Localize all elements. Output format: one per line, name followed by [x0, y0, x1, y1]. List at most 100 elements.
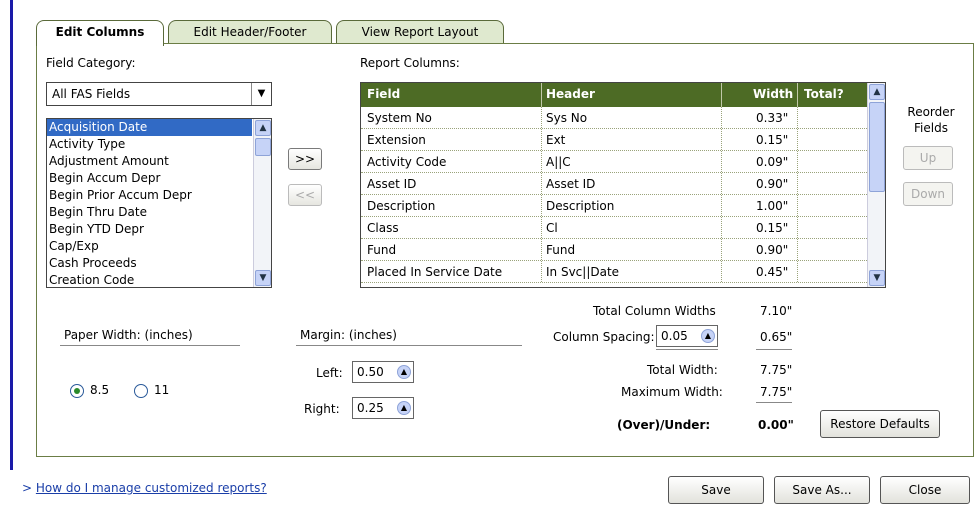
- list-item[interactable]: Cap/Exp: [47, 238, 252, 255]
- column-header-field[interactable]: Field: [367, 87, 400, 101]
- table-row[interactable]: Asset ID Asset ID 0.90": [361, 173, 867, 195]
- add-field-button[interactable]: >>: [288, 148, 322, 170]
- total-width-label: Total Width:: [647, 363, 718, 377]
- cell-header: A||C: [546, 155, 571, 169]
- column-spacing-label: Column Spacing:: [553, 330, 655, 344]
- table-row[interactable]: Class Cl 0.15": [361, 217, 867, 239]
- scroll-thumb[interactable]: [255, 138, 271, 156]
- chevron-down-icon[interactable]: ▼: [251, 83, 271, 105]
- cell-width: 1.00": [756, 199, 789, 213]
- field-list-scrollbar[interactable]: ▲ ▼: [253, 119, 271, 287]
- paper-width-label: Paper Width: (inches): [64, 328, 193, 342]
- list-item[interactable]: Creation Code: [47, 272, 252, 287]
- cell-width: 0.09": [756, 155, 789, 169]
- margin-left-label: Left:: [316, 366, 343, 380]
- help-link[interactable]: > How do I manage customized reports?: [22, 481, 267, 495]
- paper-width-radio-11[interactable]: [134, 384, 148, 398]
- table-row[interactable]: Activity Code A||C 0.09": [361, 151, 867, 173]
- list-item[interactable]: Begin Prior Accum Depr: [47, 187, 252, 204]
- spin-icon[interactable]: ▲: [701, 329, 715, 343]
- paper-width-option-11: 11: [154, 383, 170, 397]
- margin-label: Margin: (inches): [300, 328, 397, 342]
- cell-width: 0.15": [756, 133, 789, 147]
- list-item[interactable]: Acquisition Date: [47, 119, 252, 136]
- arrow-right-icon: >: [22, 481, 36, 495]
- margin-right-stepper[interactable]: 0.25 ▲: [352, 397, 414, 419]
- spin-icon[interactable]: ▲: [397, 365, 411, 379]
- cell-field: Fund: [367, 243, 397, 257]
- cell-header: Sys No: [546, 111, 588, 125]
- list-item[interactable]: Begin Thru Date: [47, 204, 252, 221]
- grid-header-row: Field Header Width Total?: [361, 83, 867, 107]
- scroll-thumb[interactable]: [869, 102, 885, 192]
- total-column-widths-label: Total Column Widths: [593, 304, 716, 318]
- maximum-width-value: 7.75": [760, 385, 793, 399]
- table-row[interactable]: Description Description 1.00": [361, 195, 867, 217]
- field-list[interactable]: Acquisition Date Activity Type Adjustmen…: [46, 118, 272, 288]
- cell-width: 0.90": [756, 177, 789, 191]
- save-button[interactable]: Save: [668, 476, 764, 504]
- report-columns-grid[interactable]: Field Header Width Total? System No Sys N…: [360, 82, 886, 288]
- column-spacing-stepper[interactable]: 0.05 ▲: [656, 325, 718, 347]
- tab-edit-header-footer[interactable]: Edit Header/Footer: [168, 20, 332, 44]
- column-header-header[interactable]: Header: [546, 87, 595, 101]
- cell-width: 0.45": [756, 265, 789, 279]
- cell-field: Asset ID: [367, 177, 417, 191]
- paper-width-radio-8-5[interactable]: [70, 384, 84, 398]
- restore-defaults-button[interactable]: Restore Defaults: [820, 410, 940, 438]
- column-spacing-value: 0.05: [661, 329, 688, 343]
- list-item[interactable]: Adjustment Amount: [47, 153, 252, 170]
- spacing-underline: [656, 349, 718, 350]
- move-up-button[interactable]: Up: [903, 146, 953, 170]
- list-item[interactable]: Activity Type: [47, 136, 252, 153]
- scroll-up-icon[interactable]: ▲: [255, 120, 271, 136]
- remove-field-button[interactable]: <<: [288, 184, 322, 206]
- grid-scrollbar[interactable]: ▲ ▼: [867, 83, 885, 287]
- cell-width: 0.90": [756, 243, 789, 257]
- cell-header: Asset ID: [546, 177, 596, 191]
- column-header-width[interactable]: Width: [753, 87, 793, 101]
- margin-right-value: 0.25: [357, 401, 384, 415]
- cell-field: Class: [367, 221, 399, 235]
- list-item[interactable]: Begin YTD Depr: [47, 221, 252, 238]
- cell-width: 0.33": [756, 111, 789, 125]
- column-header-total[interactable]: Total?: [804, 87, 844, 101]
- cell-width: 0.15": [756, 221, 789, 235]
- table-row[interactable]: Fund Fund 0.90": [361, 239, 867, 261]
- scroll-down-icon[interactable]: ▼: [869, 270, 885, 286]
- field-category-value: All FAS Fields: [52, 87, 131, 101]
- maximum-width-label: Maximum Width:: [621, 385, 723, 399]
- help-link-text[interactable]: How do I manage customized reports?: [36, 481, 267, 495]
- table-row[interactable]: System No Sys No 0.33": [361, 107, 867, 129]
- list-item[interactable]: Begin Accum Depr: [47, 170, 252, 187]
- maximum-width-underline: [756, 402, 792, 403]
- cell-header: In Svc||Date: [546, 265, 620, 279]
- scroll-down-icon[interactable]: ▼: [255, 270, 271, 286]
- move-down-button[interactable]: Down: [903, 182, 953, 206]
- close-button[interactable]: Close: [880, 476, 970, 504]
- left-accent-bar: [0, 0, 14, 508]
- tab-view-report-layout[interactable]: View Report Layout: [336, 20, 504, 44]
- margin-left-stepper[interactable]: 0.50 ▲: [352, 361, 414, 383]
- total-width-value: 7.75": [760, 363, 793, 377]
- save-as-button[interactable]: Save As...: [774, 476, 870, 504]
- tab-edit-columns[interactable]: Edit Columns: [36, 20, 164, 46]
- paper-width-divider: [60, 345, 240, 346]
- spin-icon[interactable]: ▲: [397, 401, 411, 415]
- cell-header: Description: [546, 199, 615, 213]
- table-row[interactable]: Extension Ext 0.15": [361, 129, 867, 151]
- column-spacing-total: 0.65": [760, 330, 793, 344]
- cell-header: Ext: [546, 133, 566, 147]
- cell-field: Placed In Service Date: [367, 265, 503, 279]
- cell-field: System No: [367, 111, 432, 125]
- list-item[interactable]: Cash Proceeds: [47, 255, 252, 272]
- margin-right-label: Right:: [304, 402, 340, 416]
- scroll-up-icon[interactable]: ▲: [869, 84, 885, 100]
- report-columns-label: Report Columns:: [360, 56, 460, 70]
- margin-divider: [296, 345, 522, 346]
- field-category-dropdown[interactable]: All FAS Fields ▼: [46, 82, 272, 106]
- over-under-value: 0.00": [758, 418, 794, 432]
- total-column-widths-value: 7.10": [760, 304, 793, 318]
- table-row[interactable]: Placed In Service Date In Svc||Date 0.45": [361, 261, 867, 283]
- reorder-fields-label: Reorder Fields: [907, 105, 955, 135]
